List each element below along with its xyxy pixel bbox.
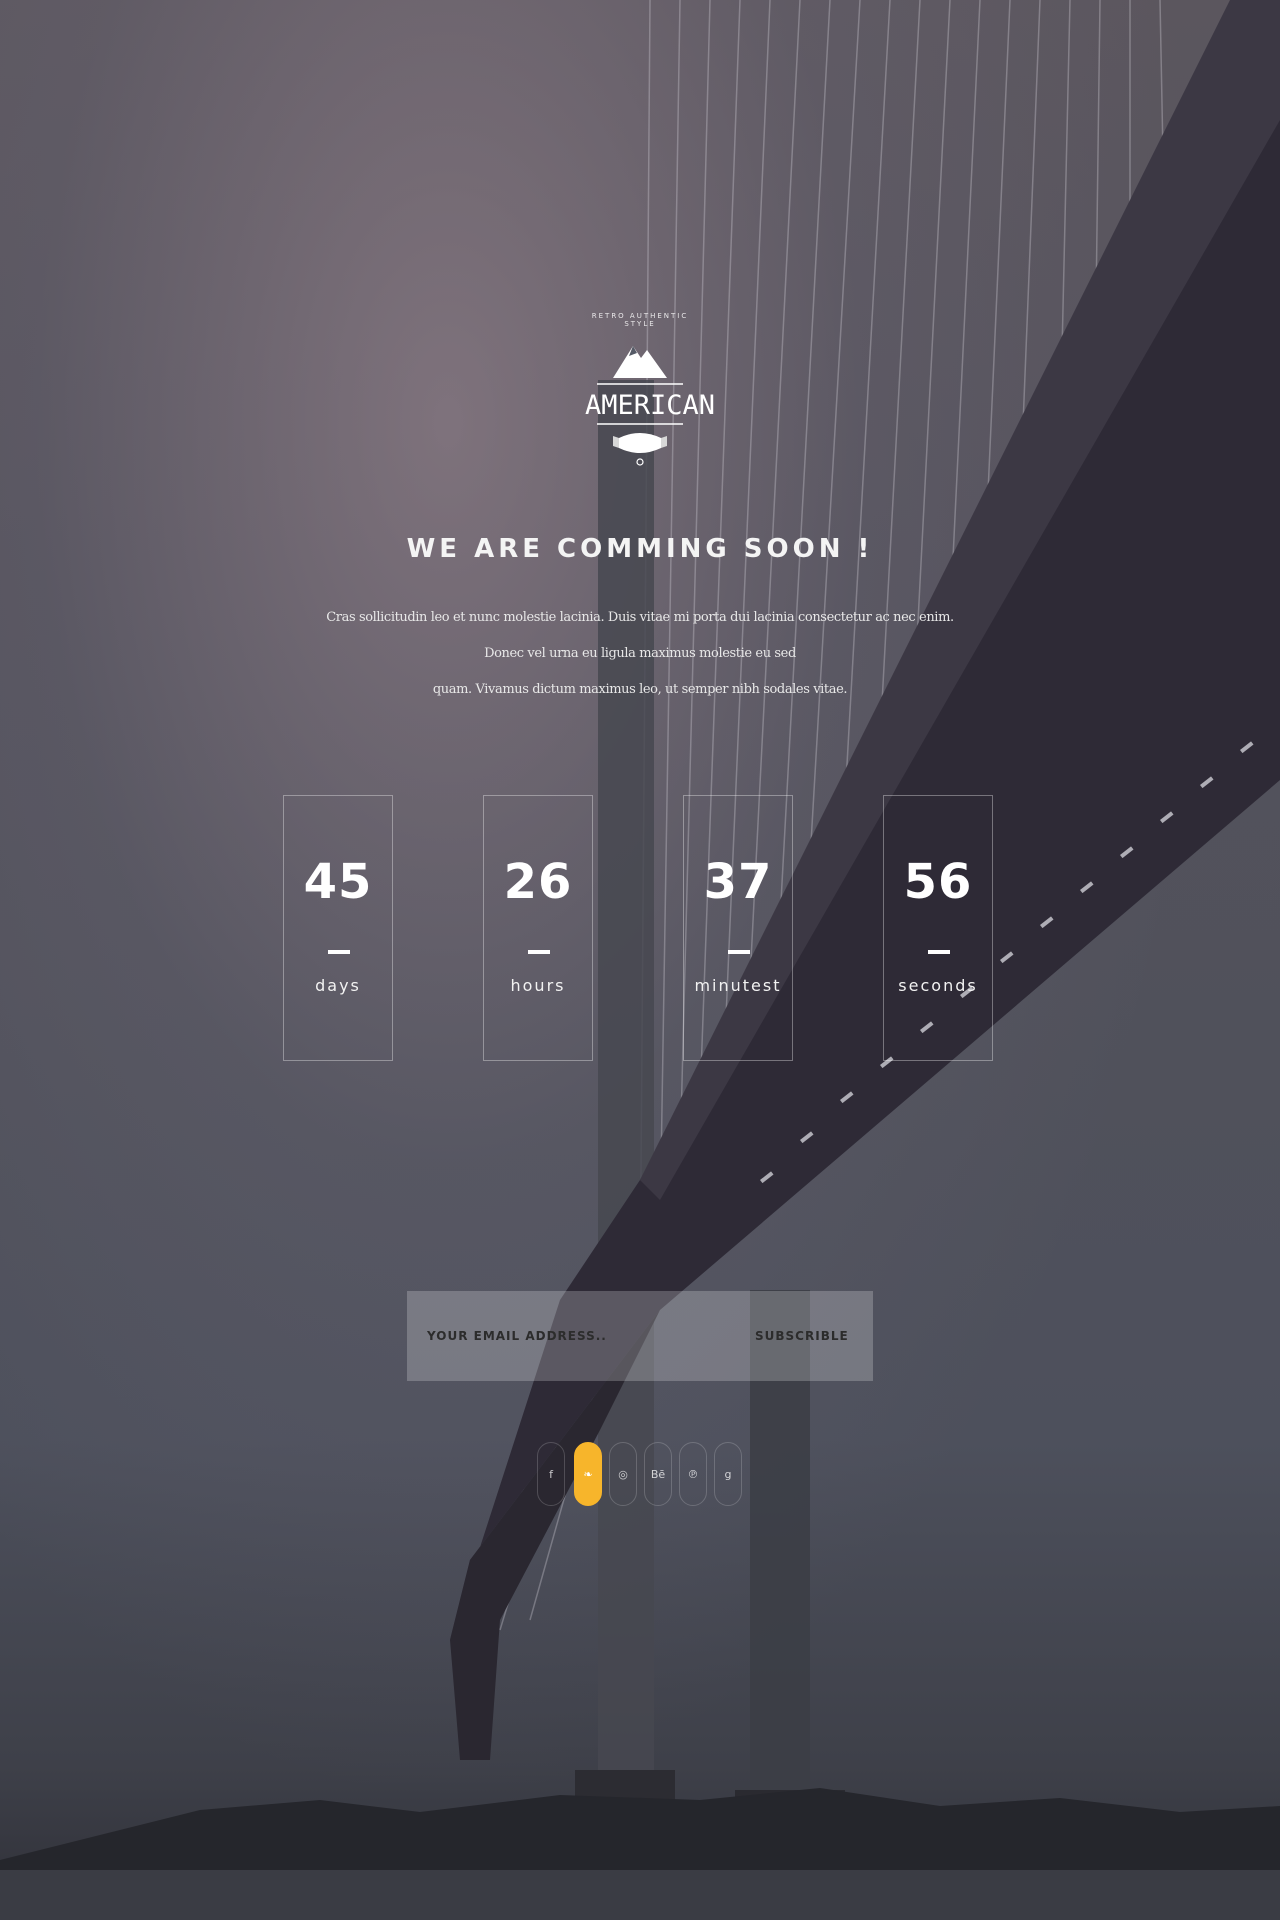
countdown-divider: [928, 950, 950, 954]
countdown-value: 45: [303, 854, 373, 910]
countdown-label: minutest: [694, 976, 782, 995]
google-plus-icon[interactable]: g: [714, 1442, 742, 1506]
dribbble-icon[interactable]: ◎: [609, 1442, 637, 1506]
countdown-value: 26: [503, 854, 573, 910]
bridge-illustration: [0, 0, 1280, 1920]
countdown-minutes: 37 minutest: [683, 795, 793, 1061]
pinterest-icon[interactable]: ℗: [679, 1442, 707, 1506]
twitter-icon[interactable]: ❧: [574, 1442, 602, 1506]
countdown-divider: [728, 950, 750, 954]
countdown-hours: 26 hours: [483, 795, 593, 1061]
behance-icon[interactable]: Bē: [644, 1442, 672, 1506]
countdown-days: 45 days: [283, 795, 393, 1061]
subscribe-form: SUBSCRIBLE: [407, 1291, 873, 1381]
background-photo-bridge: [0, 0, 1280, 1920]
page-title: WE ARE COMMING SOON !: [406, 534, 874, 564]
countdown-value: 56: [903, 854, 973, 910]
logo-name: AMERICAN: [585, 390, 716, 421]
countdown-divider: [528, 950, 550, 954]
countdown-divider: [328, 950, 350, 954]
countdown-label: days: [315, 976, 361, 995]
brand-logo: RETRO AUTHENTIC STYLE AMERICAN: [585, 312, 716, 472]
subscribe-button[interactable]: SUBSCRIBLE: [747, 1291, 873, 1381]
facebook-icon[interactable]: f: [537, 1442, 565, 1506]
countdown-value: 37: [703, 854, 773, 910]
countdown-seconds: 56 seconds: [883, 795, 993, 1061]
countdown-label: seconds: [898, 976, 978, 995]
countdown-label: hours: [510, 976, 566, 995]
email-input[interactable]: [407, 1291, 747, 1381]
description-line: Cras sollicitudin leo et nunc molestie l…: [326, 610, 954, 661]
description-line: quam. Vivamus dictum maximus leo, ut sem…: [432, 682, 848, 697]
page-description: Cras sollicitudin leo et nunc molestie l…: [320, 600, 960, 708]
